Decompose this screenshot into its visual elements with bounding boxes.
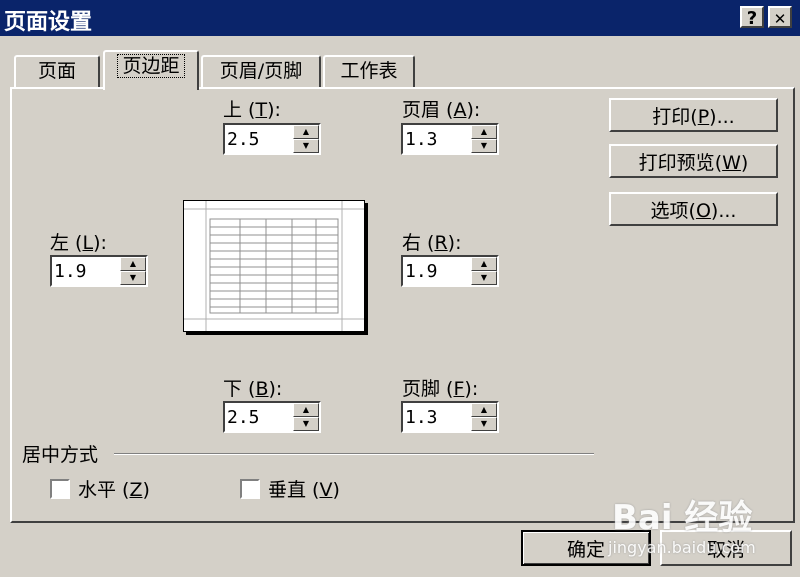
center-horizontal-checkbox[interactable]: 水平 (Z) bbox=[50, 475, 150, 502]
checkbox-label: 垂直 (V) bbox=[268, 479, 340, 501]
access-key: Z bbox=[129, 479, 143, 501]
print-preview-button[interactable]: 打印预览(W) bbox=[609, 144, 778, 178]
access-key: A bbox=[453, 99, 467, 121]
header-margin-input[interactable] bbox=[405, 127, 465, 151]
spin-up-button[interactable]: ▲ bbox=[471, 403, 497, 417]
checkbox-box[interactable] bbox=[240, 478, 260, 499]
access-key: P bbox=[697, 105, 710, 128]
button-label: 打印预览 bbox=[638, 151, 715, 174]
top-margin-input[interactable] bbox=[227, 127, 287, 151]
access-key: R bbox=[434, 232, 448, 254]
help-button[interactable]: ? bbox=[740, 6, 764, 29]
right-margin-input[interactable] bbox=[405, 259, 465, 283]
right-margin-spinner[interactable]: ▲ ▼ bbox=[401, 255, 499, 287]
tab-margins[interactable]: 页边距 bbox=[103, 50, 199, 90]
right-margin-label: 右 (R): bbox=[402, 232, 462, 254]
margin-guides bbox=[184, 201, 364, 331]
access-key: W bbox=[722, 151, 741, 174]
left-margin-input[interactable] bbox=[54, 259, 114, 283]
top-margin-spinner[interactable]: ▲ ▼ bbox=[223, 123, 321, 155]
access-key: F bbox=[453, 378, 465, 400]
label-text: 左 bbox=[50, 232, 70, 254]
spinner-buttons: ▲ ▼ bbox=[471, 125, 497, 153]
checkbox-label: 水平 (Z) bbox=[78, 479, 150, 501]
spin-up-button[interactable]: ▲ bbox=[471, 257, 497, 271]
header-margin-label: 页眉 (A): bbox=[402, 99, 481, 121]
tab-label: 页面 bbox=[37, 60, 76, 82]
print-button[interactable]: 打印(P)... bbox=[609, 98, 778, 132]
spinner-buttons: ▲ ▼ bbox=[293, 125, 319, 153]
label-text: 右 bbox=[402, 232, 422, 254]
cell-grid bbox=[209, 218, 339, 314]
tab-header-footer[interactable]: 页眉/页脚 bbox=[201, 55, 321, 87]
label-text: 垂直 bbox=[268, 479, 307, 501]
spin-up-button[interactable]: ▲ bbox=[471, 125, 497, 139]
spin-up-button[interactable]: ▲ bbox=[293, 125, 319, 139]
bottom-margin-label: 下 (B): bbox=[223, 378, 283, 400]
ellipsis: ... bbox=[716, 105, 735, 128]
label-text: 页脚 bbox=[402, 378, 441, 400]
button-label: 选项 bbox=[650, 199, 689, 222]
close-button[interactable]: ✕ bbox=[768, 6, 792, 28]
center-vertical-checkbox[interactable]: 垂直 (V) bbox=[240, 475, 340, 502]
access-key: V bbox=[319, 479, 333, 501]
group-divider bbox=[114, 453, 594, 455]
bottom-margin-input[interactable] bbox=[227, 405, 287, 429]
window-title: 页面设置 bbox=[4, 10, 93, 35]
spin-down-button[interactable]: ▼ bbox=[293, 417, 319, 431]
page-preview-graphic bbox=[184, 201, 364, 331]
centering-group-label: 居中方式 bbox=[22, 444, 99, 466]
footer-margin-spinner[interactable]: ▲ ▼ bbox=[401, 401, 499, 433]
label-text: 上 bbox=[223, 99, 243, 121]
footer-margin-input[interactable] bbox=[405, 405, 465, 429]
spinner-buttons: ▲ ▼ bbox=[293, 403, 319, 431]
page-preview bbox=[183, 200, 365, 332]
access-key: L bbox=[82, 232, 94, 254]
top-margin-label: 上 (T): bbox=[223, 99, 281, 121]
tab-label: 页眉/页脚 bbox=[219, 60, 303, 82]
spin-up-button[interactable]: ▲ bbox=[120, 257, 146, 271]
spin-down-button[interactable]: ▼ bbox=[120, 271, 146, 285]
tab-sheet[interactable]: 工作表 bbox=[323, 55, 415, 87]
footer-margin-label: 页脚 (F): bbox=[402, 378, 479, 400]
tab-page[interactable]: 页面 bbox=[14, 55, 100, 87]
spinner-buttons: ▲ ▼ bbox=[471, 257, 497, 285]
spin-up-button[interactable]: ▲ bbox=[293, 403, 319, 417]
label-text: 页眉 bbox=[402, 99, 441, 121]
ellipsis: ... bbox=[718, 199, 737, 222]
access-key: B bbox=[255, 378, 269, 400]
spin-down-button[interactable]: ▼ bbox=[471, 139, 497, 153]
button-label: 打印 bbox=[652, 105, 691, 128]
left-margin-label: 左 (L): bbox=[50, 232, 107, 254]
tab-label: 页边距 bbox=[117, 54, 185, 78]
spinner-buttons: ▲ ▼ bbox=[120, 257, 146, 285]
access-key: O bbox=[695, 199, 711, 222]
checkbox-box[interactable] bbox=[50, 478, 70, 499]
tab-label: 工作表 bbox=[340, 60, 398, 82]
label-text: 下 bbox=[223, 378, 243, 400]
label-text: 水平 bbox=[78, 479, 117, 501]
spin-down-button[interactable]: ▼ bbox=[471, 271, 497, 285]
spinner-buttons: ▲ ▼ bbox=[471, 403, 497, 431]
header-margin-spinner[interactable]: ▲ ▼ bbox=[401, 123, 499, 155]
bottom-margin-spinner[interactable]: ▲ ▼ bbox=[223, 401, 321, 433]
title-bar[interactable]: 页面设置 ? ✕ bbox=[0, 0, 800, 36]
watermark-url: jingyan.baidu.com bbox=[608, 538, 756, 557]
spin-down-button[interactable]: ▼ bbox=[471, 417, 497, 431]
access-key: T bbox=[255, 99, 268, 121]
spin-down-button[interactable]: ▼ bbox=[293, 139, 319, 153]
watermark-logo: Bai 经验 bbox=[612, 498, 753, 538]
options-button[interactable]: 选项(O)... bbox=[609, 192, 778, 226]
left-margin-spinner[interactable]: ▲ ▼ bbox=[50, 255, 148, 287]
